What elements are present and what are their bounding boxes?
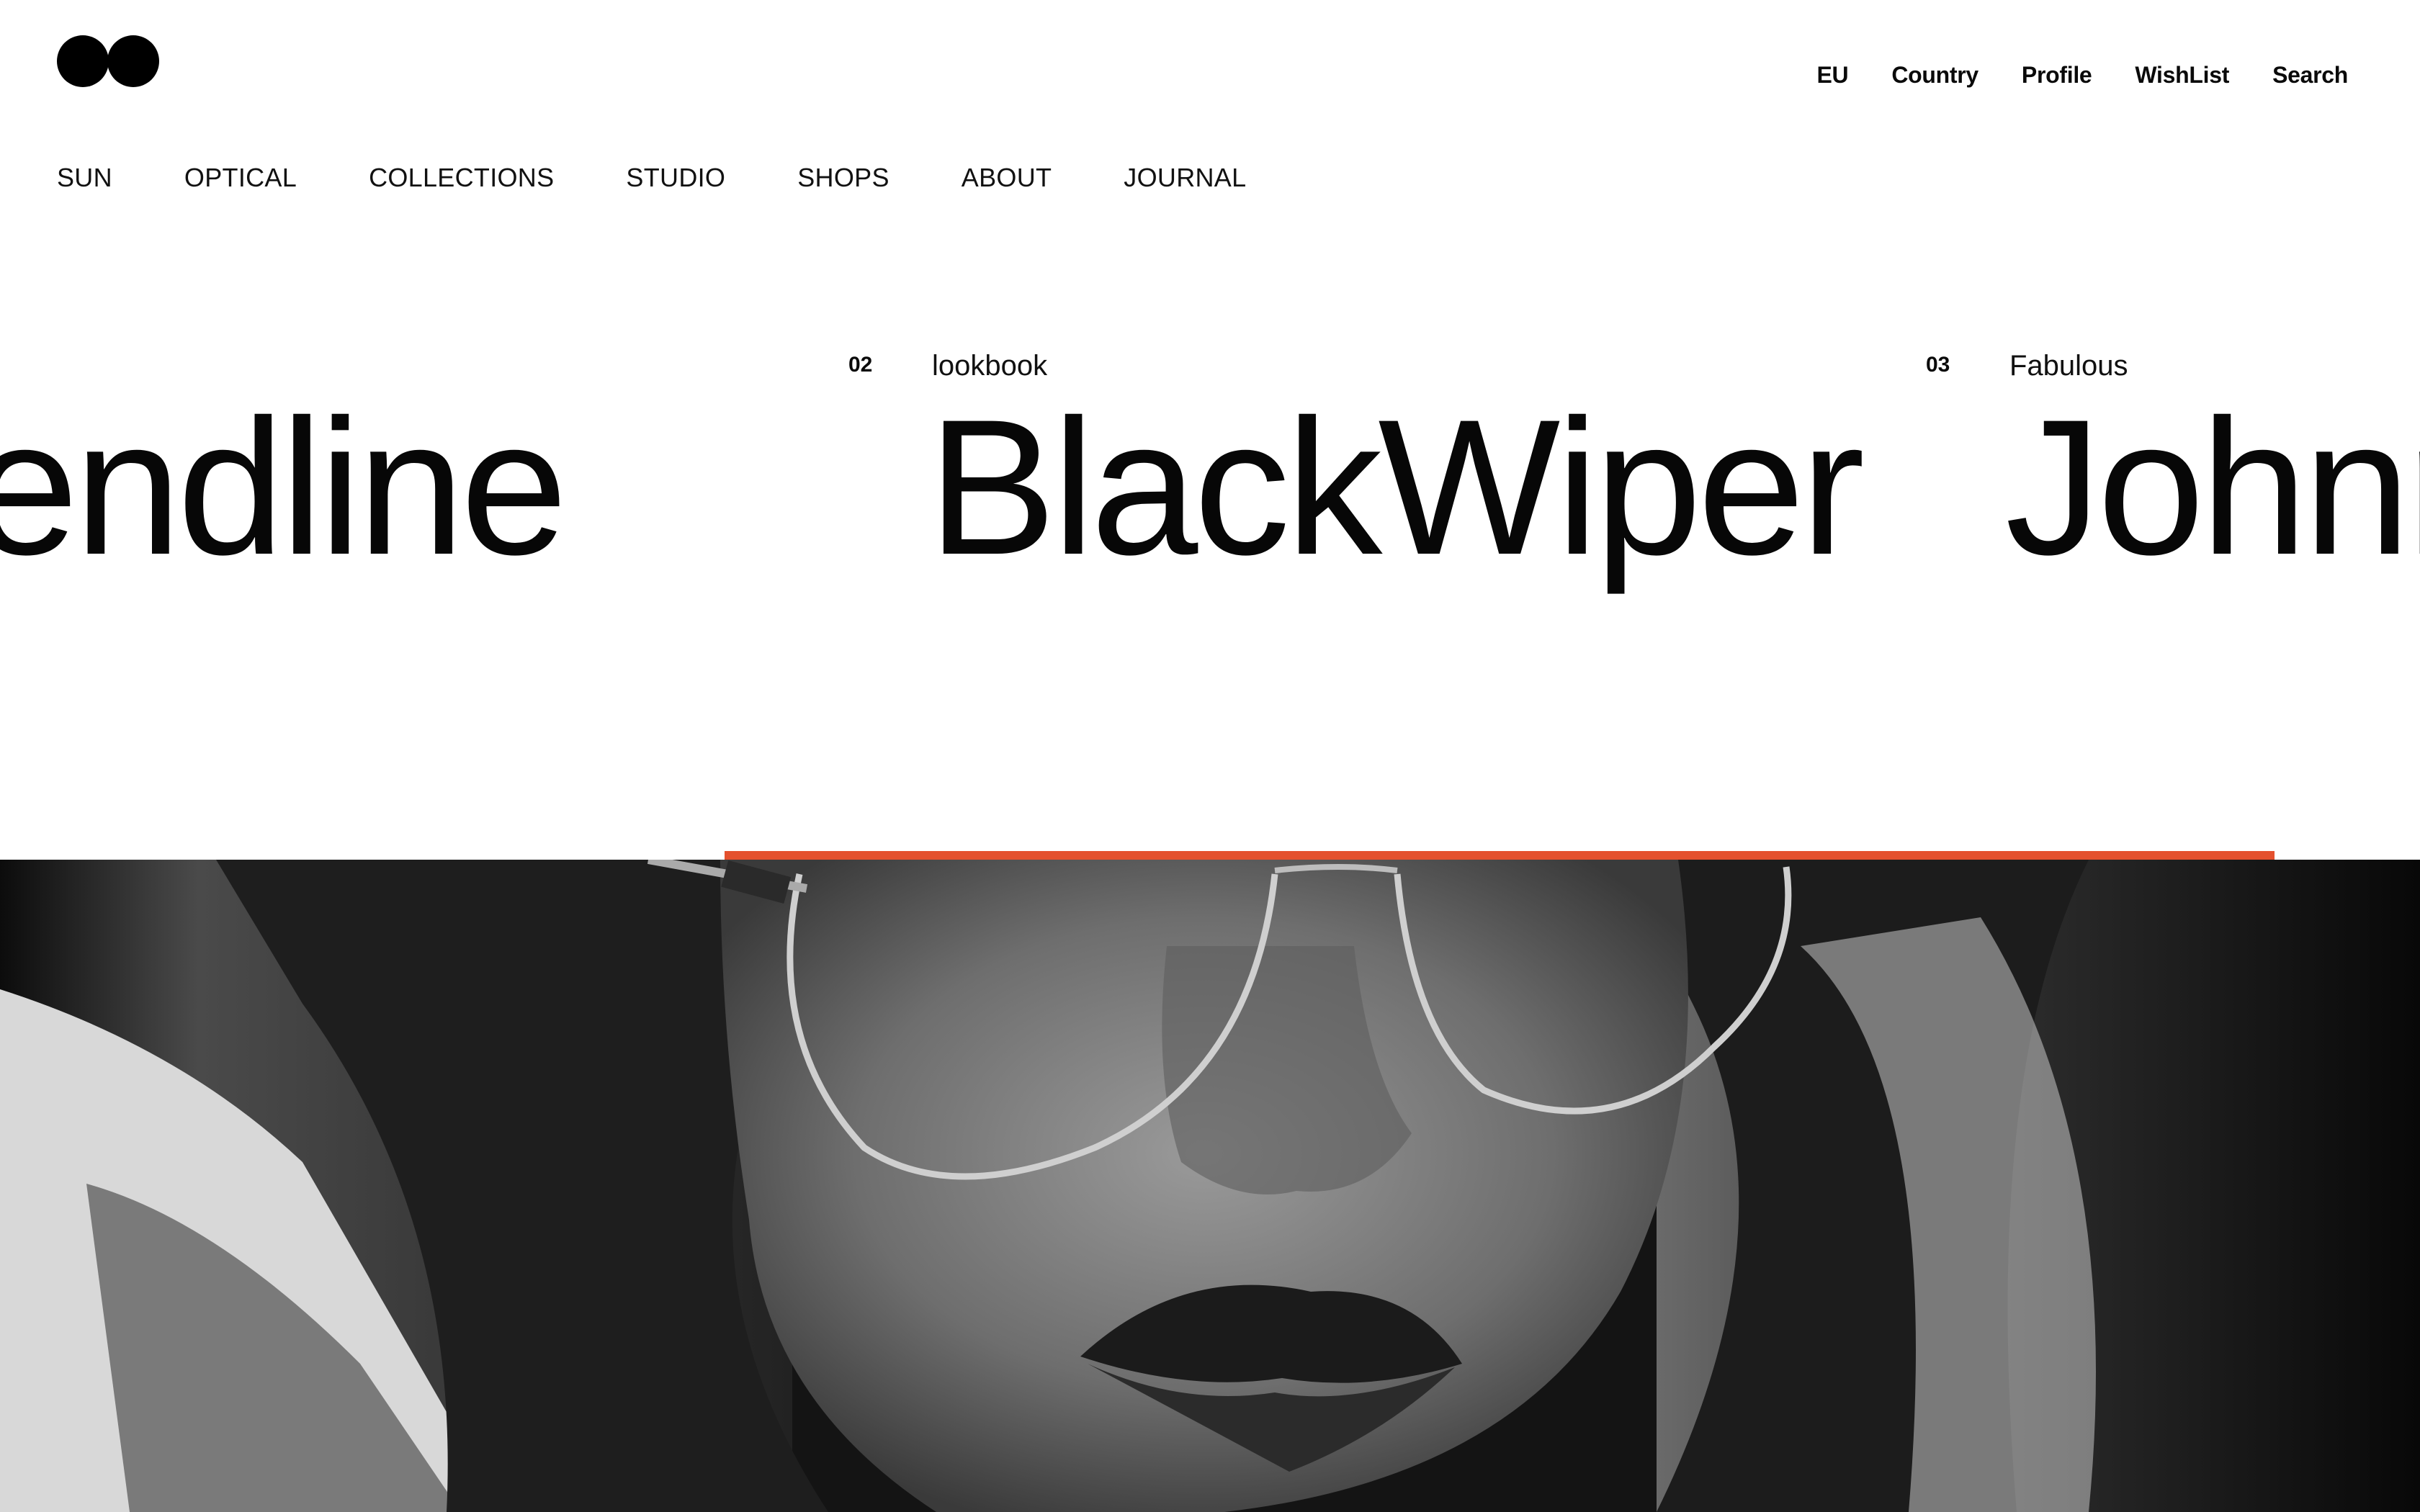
nav-item-sun[interactable]: SUN	[57, 163, 112, 192]
logo-dot-right-icon	[107, 35, 159, 87]
slide-kicker: Fabulous	[2009, 350, 2128, 382]
profile-link[interactable]: Profile	[2022, 60, 2092, 89]
slide-title: Johnn	[2005, 379, 2420, 595]
nav-item-collections[interactable]: COLLECTIONS	[369, 163, 554, 192]
slide-number: 03	[1926, 353, 1950, 377]
brand-logo[interactable]	[57, 35, 159, 87]
slide-progress-bar	[725, 851, 2275, 860]
search-link[interactable]: Search	[2272, 60, 2348, 89]
hero-portrait-illustration	[0, 860, 2420, 1512]
country-link[interactable]: Country	[1891, 60, 1978, 89]
nav-item-journal[interactable]: JOURNAL	[1124, 163, 1246, 192]
slide-title: BlackWiper	[928, 379, 1865, 595]
utility-nav: EU Country Profile WishList Search	[1817, 60, 2349, 89]
nav-item-about[interactable]: ABOUT	[962, 163, 1052, 192]
nav-item-shops[interactable]: SHOPS	[797, 163, 889, 192]
wishlist-link[interactable]: WishList	[2135, 60, 2229, 89]
nav-item-optical[interactable]: OPTICAL	[184, 163, 297, 192]
main-nav: SUN OPTICAL COLLECTIONS STUDIO SHOPS ABO…	[57, 163, 1318, 192]
slide-kicker: lookbook	[932, 350, 1048, 382]
hero-image	[0, 860, 2420, 1512]
logo-dot-left-icon	[57, 35, 109, 87]
slide-title: endline	[0, 379, 568, 595]
slide-number: 02	[848, 353, 873, 377]
page: EU Country Profile WishList Search SUN O…	[0, 0, 2420, 1512]
nav-item-studio[interactable]: STUDIO	[626, 163, 725, 192]
region-link[interactable]: EU	[1817, 60, 1849, 89]
